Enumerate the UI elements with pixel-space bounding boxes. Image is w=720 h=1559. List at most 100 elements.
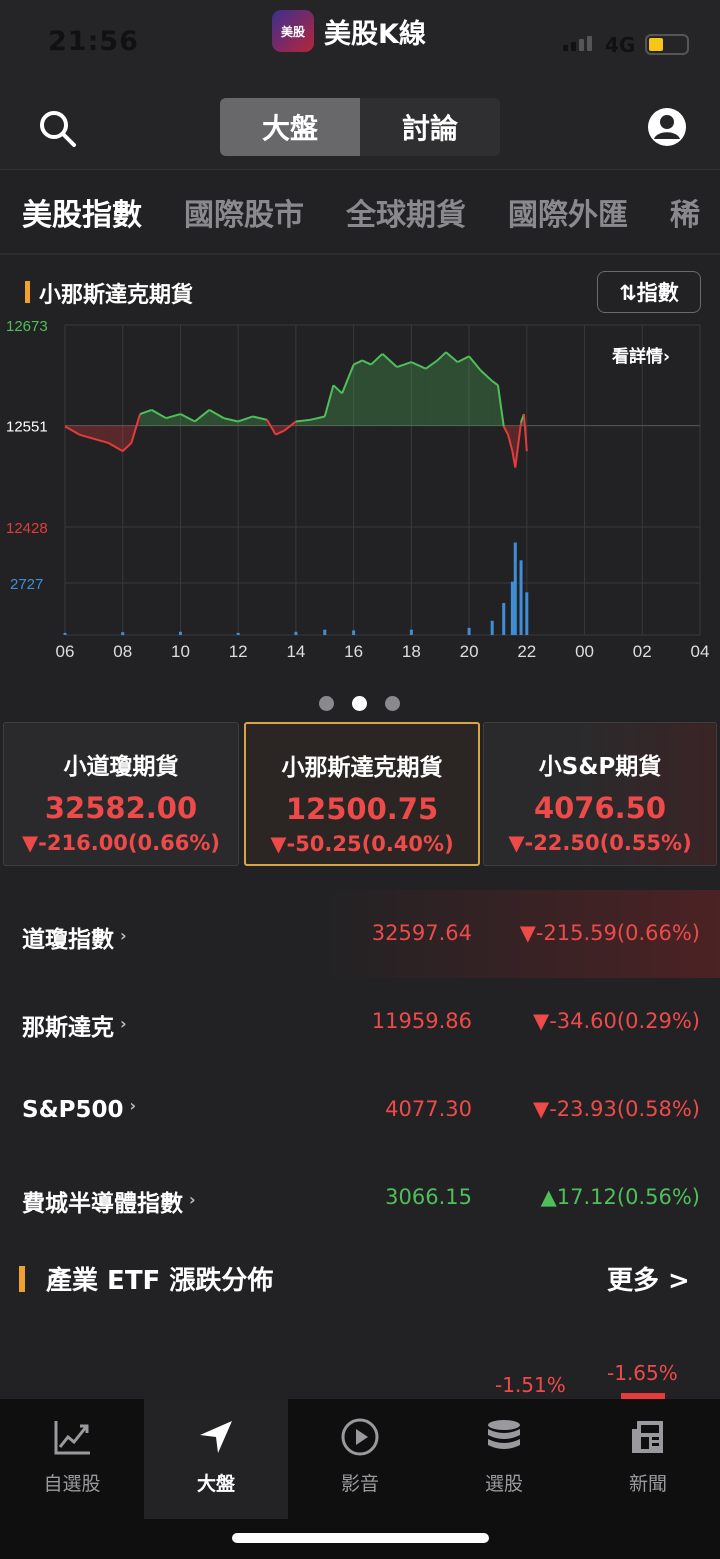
x-tick-label: 18	[402, 642, 421, 661]
app-title: 美股K線	[324, 18, 426, 50]
futures-price: 4076.50	[533, 791, 667, 825]
x-tick-label: 04	[691, 642, 710, 661]
pager-dot-active[interactable]	[352, 696, 367, 711]
tab-screener[interactable]: 選股	[432, 1399, 576, 1519]
category-tabs: 美股指數 國際股市 全球期貨 國際外匯 稀	[0, 171, 720, 255]
index-value: 3066.15	[385, 1185, 472, 1209]
futures-card-dow[interactable]: 小道瓊期貨 32582.00 ▼-216.00(0.66%)	[3, 722, 239, 866]
index-name: 道瓊指數	[22, 927, 114, 953]
index-change: ▲17.12(0.56%)	[540, 1185, 700, 1209]
volume-bar	[490, 620, 494, 635]
index-row-nasdaq[interactable]: 那斯達克 › 11959.86 ▼-34.60(0.29%)	[0, 978, 720, 1066]
futures-change: ▼-216.00(0.66%)	[22, 831, 220, 855]
index-name: S&P500	[22, 1097, 124, 1123]
tab-more-cut[interactable]: 稀	[670, 190, 700, 234]
toggle-index-button[interactable]: ⇅指數	[597, 271, 701, 313]
battery-icon	[645, 34, 689, 55]
volume-bar	[467, 627, 471, 635]
x-tick-label: 02	[633, 642, 652, 661]
x-tick-label: 10	[171, 642, 190, 661]
index-name: 費城半導體指數	[22, 1191, 183, 1217]
pager-dot[interactable]	[385, 696, 400, 711]
futures-name: 小S&P期貨	[538, 754, 662, 780]
futures-price: 32582.00	[44, 791, 198, 825]
index-row-dow[interactable]: 道瓊指數 › 32597.64 ▼-215.59(0.66%)	[0, 890, 720, 978]
etf-section-header: 產業 ETF 漲跌分佈 更多 >	[0, 1258, 720, 1302]
tab-label: 選股	[484, 1473, 523, 1495]
etf-title: 產業 ETF 漲跌分佈	[46, 1266, 274, 1296]
price-area-segment	[411, 362, 426, 426]
chevron-right-icon: ›	[120, 926, 127, 945]
search-icon[interactable]	[38, 109, 78, 149]
volume-bar	[502, 602, 506, 635]
x-tick-label: 06	[56, 642, 75, 661]
volume-bar	[63, 632, 67, 635]
chart-header: 小那斯達克期貨 ⇅指數	[0, 271, 720, 317]
futures-price: 12500.75	[285, 792, 439, 826]
etf-pct-label: -1.65%	[607, 1361, 678, 1385]
futures-change: ▼-22.50(0.55%)	[508, 831, 692, 855]
futures-card-sp[interactable]: 小S&P期貨 4076.50 ▼-22.50(0.55%)	[483, 722, 717, 866]
intraday-chart[interactable]: 12673 12551 12428 2727 06 08 10 12 14 16 18 20 22 00 0…	[0, 315, 720, 665]
price-area-segment	[437, 352, 446, 426]
section-marker	[19, 1266, 25, 1292]
play-circle-icon	[341, 1418, 379, 1456]
tab-watchlist[interactable]: 自選股	[0, 1399, 144, 1519]
x-tick-label: 00	[575, 642, 594, 661]
etf-pct-label: -1.51%	[495, 1373, 566, 1397]
tab-market[interactable]: 大盤	[144, 1399, 288, 1519]
pager-dot[interactable]	[319, 696, 334, 711]
view-detail-link[interactable]: 看詳情›	[612, 342, 670, 367]
top-nav: 大盤 討論	[0, 85, 720, 170]
y-tick-label: 12428	[6, 520, 48, 537]
tab-news[interactable]: 新聞	[576, 1399, 720, 1519]
tab-global-futures[interactable]: 全球期貨	[346, 190, 466, 234]
price-area-segment	[342, 364, 354, 426]
index-value: 11959.86	[371, 1009, 472, 1033]
network-type: 4G	[605, 33, 636, 57]
pager-dots	[319, 696, 400, 711]
tab-video[interactable]: 影音	[288, 1399, 432, 1519]
x-tick-label: 16	[344, 642, 363, 661]
index-change: ▼-34.60(0.29%)	[533, 1009, 700, 1033]
segment-discussion[interactable]: 討論	[360, 98, 500, 156]
segment-market[interactable]: 大盤	[220, 98, 360, 156]
futures-name: 小道瓊期貨	[63, 754, 179, 780]
index-row-sox[interactable]: 費城半導體指數 › 3066.15 ▲17.12(0.56%)	[0, 1154, 720, 1242]
chart-title: 小那斯達克期貨	[39, 283, 194, 308]
volume-bar	[525, 592, 529, 635]
chevron-right-icon: ›	[189, 1190, 196, 1209]
tab-label: 新聞	[628, 1473, 667, 1495]
index-row-sp500[interactable]: S&P500 › 4077.30 ▼-23.93(0.58%)	[0, 1066, 720, 1154]
price-area-segment	[425, 360, 438, 426]
x-tick-label: 20	[460, 642, 479, 661]
futures-change: ▼-50.25(0.40%)	[270, 832, 454, 856]
index-list: 道瓊指數 › 32597.64 ▼-215.59(0.66%) 那斯達克 › 119…	[0, 890, 720, 1242]
newspaper-icon	[632, 1421, 663, 1453]
index-value: 4077.30	[385, 1097, 472, 1121]
tab-intl-stocks[interactable]: 國際股市	[184, 190, 304, 234]
x-tick-label: 12	[229, 642, 248, 661]
user-profile-icon[interactable]	[647, 107, 687, 147]
tab-label: 自選股	[43, 1473, 101, 1495]
database-stack-icon	[488, 1420, 520, 1449]
home-indicator	[232, 1533, 489, 1543]
chevron-right-icon: ›	[129, 1096, 137, 1115]
volume-bar	[519, 560, 523, 635]
price-area-segment	[446, 352, 458, 426]
tab-forex[interactable]: 國際外匯	[508, 190, 628, 234]
x-tick-label: 22	[517, 642, 536, 661]
futures-card-nasdaq[interactable]: 小那斯達克期貨 12500.75 ▼-50.25(0.40%)	[244, 722, 480, 866]
tab-us-indices[interactable]: 美股指數	[22, 190, 142, 234]
volume-bar	[178, 631, 182, 635]
index-name: 那斯達克	[22, 1015, 114, 1041]
index-name-wrap: 那斯達克 ›	[22, 1008, 127, 1042]
etf-more-button[interactable]: 更多 >	[607, 1260, 690, 1297]
signal-icon	[563, 36, 592, 51]
y-tick-label: 12551	[6, 419, 48, 436]
index-change: ▼-23.93(0.58%)	[533, 1097, 700, 1121]
price-area-segment	[492, 381, 498, 426]
volume-bar	[409, 629, 413, 635]
chart-line-icon	[54, 1421, 90, 1455]
status-time: 21:56	[48, 26, 139, 57]
